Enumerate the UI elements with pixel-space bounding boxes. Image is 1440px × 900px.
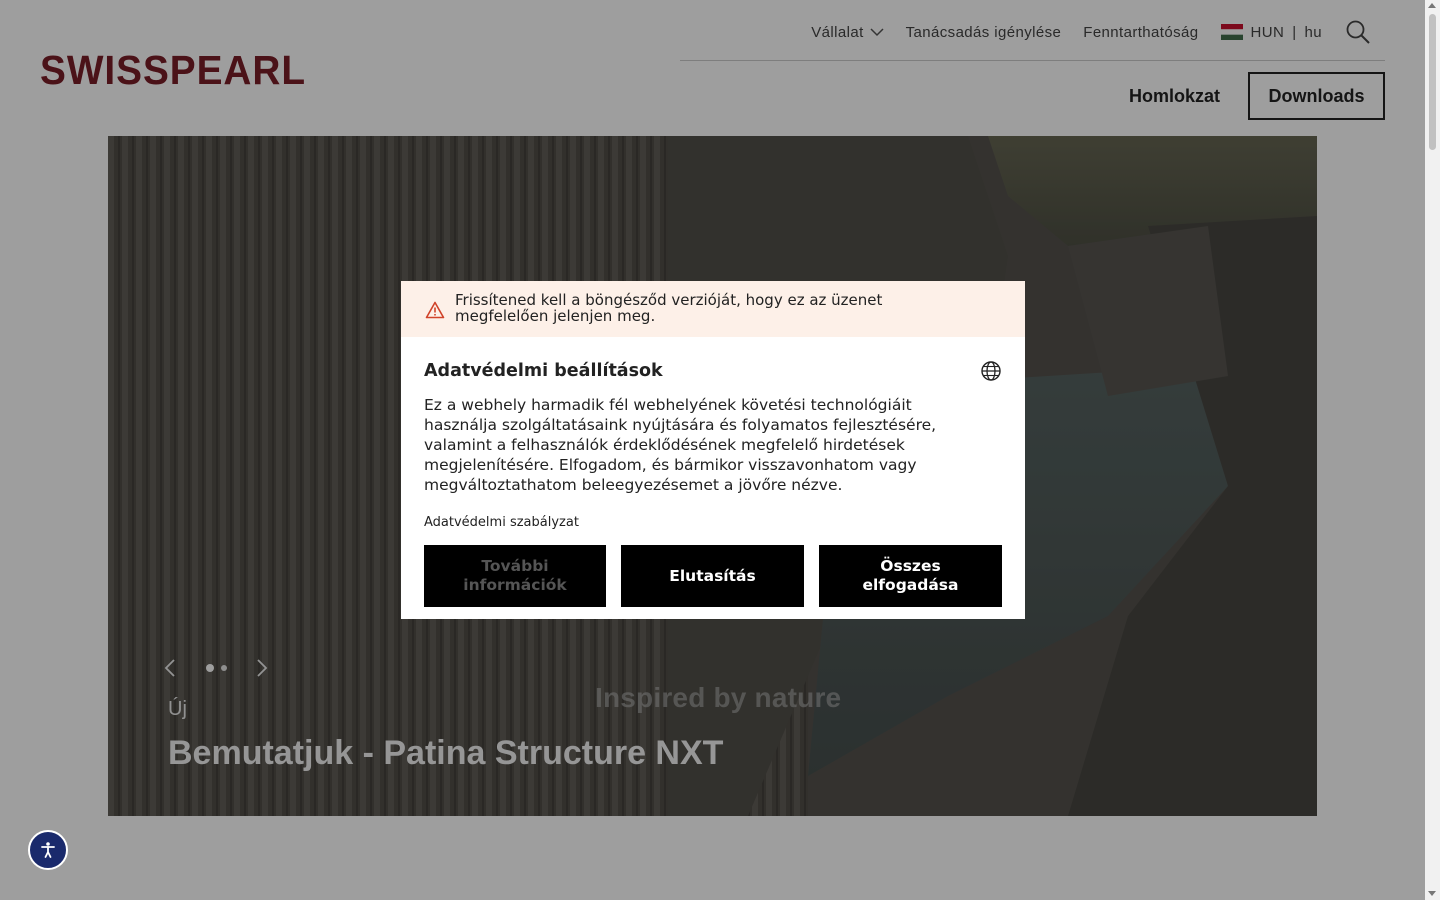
more-info-button[interactable]: További információk <box>424 545 606 607</box>
decline-button[interactable]: Elutasítás <box>621 545 804 607</box>
language-globe-button[interactable] <box>981 361 1001 385</box>
scroll-down-icon[interactable] <box>1428 891 1436 896</box>
privacy-consent-dialog: Frissítened kell a böngésződ verzióját, … <box>401 281 1025 619</box>
accessibility-button[interactable] <box>28 830 68 870</box>
consent-description: Ez a webhely harmadik fél webhelyének kö… <box>424 396 937 494</box>
accept-all-button[interactable]: Összes elfogadása <box>819 545 1002 607</box>
warning-icon <box>425 301 445 319</box>
consent-title: Adatvédelmi beállítások <box>424 361 663 381</box>
globe-icon <box>981 361 1001 381</box>
browser-warning-text: Frissítened kell a böngésződ verzióját, … <box>455 291 883 325</box>
page-scrollbar[interactable] <box>1425 0 1440 900</box>
browser-warning-banner: Frissítened kell a böngésződ verzióját, … <box>401 281 1025 337</box>
accessibility-icon <box>41 842 55 858</box>
privacy-policy-link[interactable]: Adatvédelmi szabályzat <box>424 515 579 530</box>
scrollbar-thumb[interactable] <box>1429 14 1436 150</box>
scroll-up-icon[interactable] <box>1428 3 1436 8</box>
